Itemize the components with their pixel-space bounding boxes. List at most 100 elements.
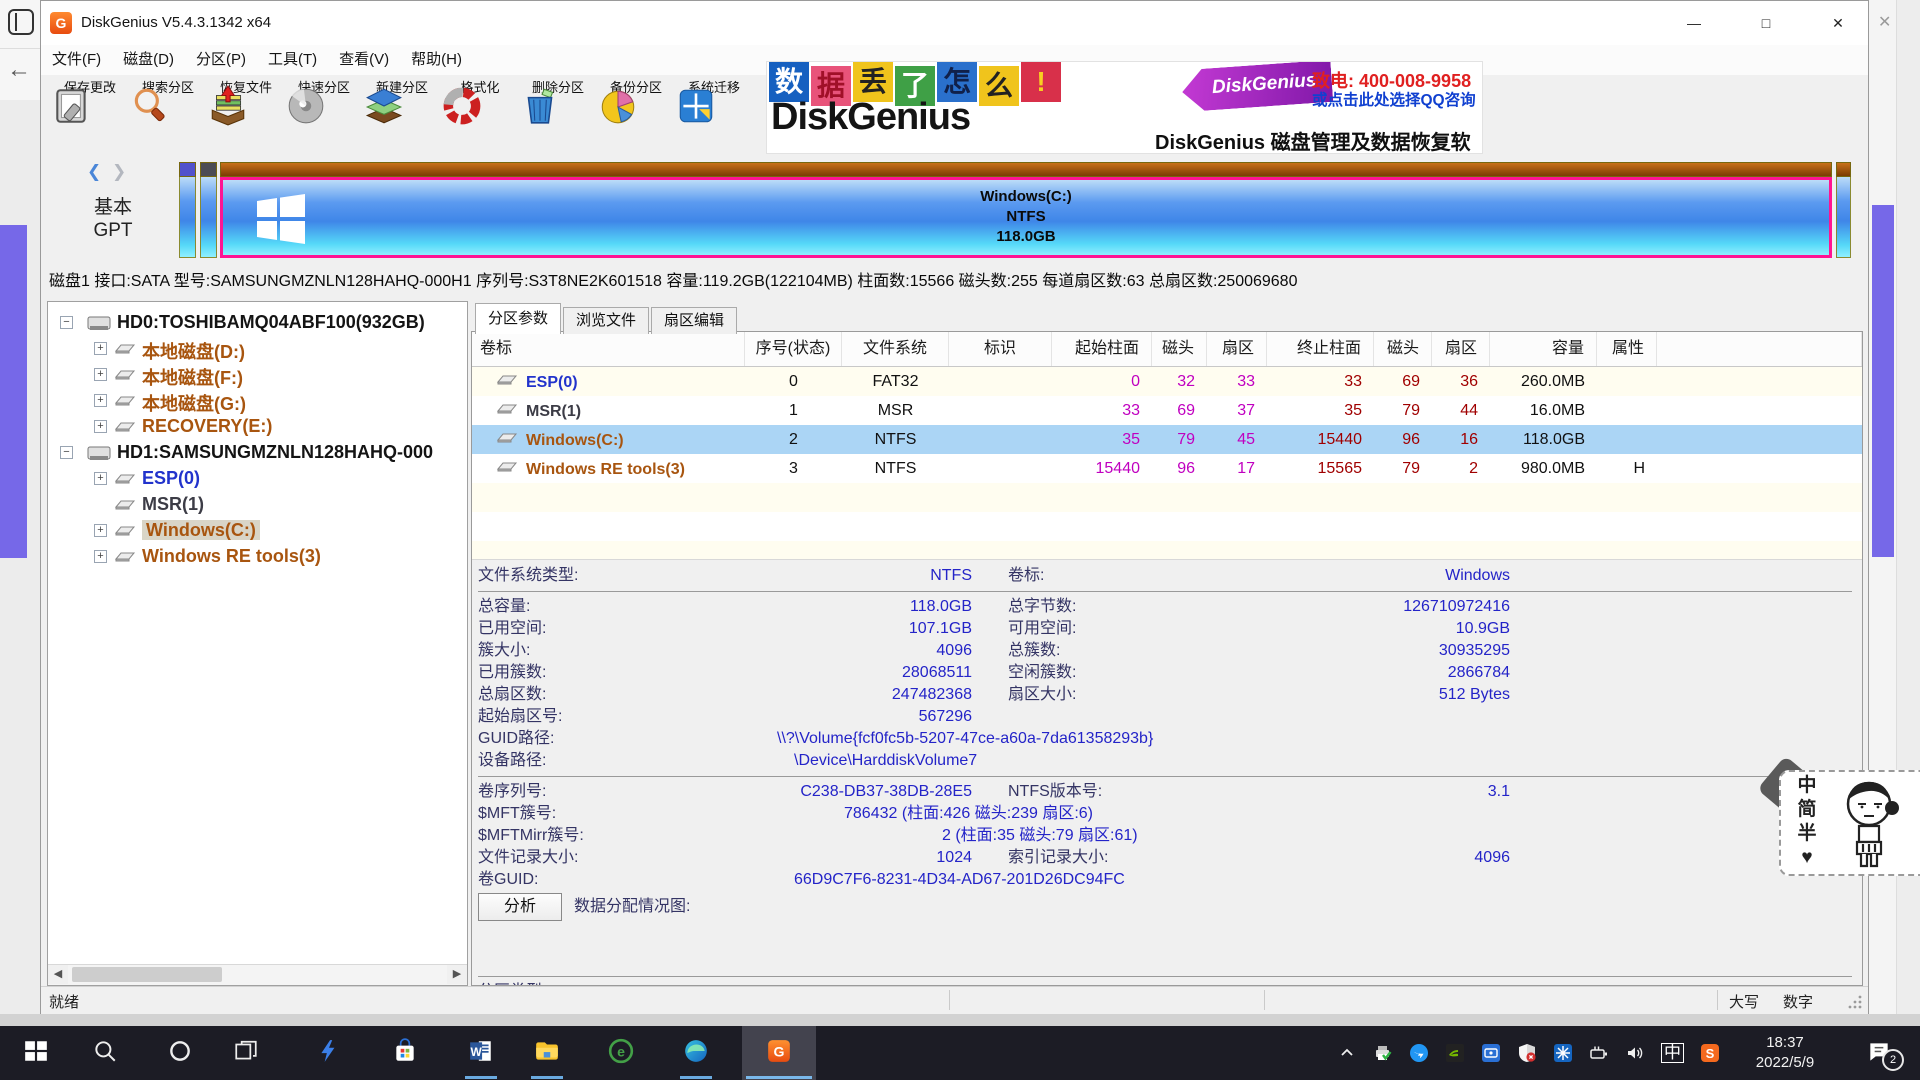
background-close-icon[interactable]: ✕ xyxy=(1878,12,1891,32)
toolbar-button-backup-partition[interactable]: 备份分区 xyxy=(597,77,675,153)
printer-check-icon[interactable] xyxy=(1373,1043,1393,1063)
toolbar-button-save-changes[interactable]: 保存更改 xyxy=(51,77,129,153)
partition-block-msr[interactable] xyxy=(200,162,217,258)
tree-item[interactable]: −HD0:TOSHIBAMQ04ABF100(932GB) xyxy=(48,310,467,336)
app-word[interactable]: W xyxy=(452,1026,510,1080)
scrollbar-thumb[interactable] xyxy=(72,967,222,982)
app-lightning[interactable] xyxy=(300,1026,358,1080)
partition-block-windows[interactable]: Windows(C:) NTFS 118.0GB xyxy=(220,162,1832,258)
table-row[interactable]: ESP(0)0FAT3203233336936260.0MB xyxy=(472,367,1862,396)
column-header[interactable]: 起始柱面 xyxy=(1052,332,1152,366)
partition-block-esp[interactable] xyxy=(179,162,196,258)
taskbar-clock[interactable]: 18:37 2022/5/9 xyxy=(1735,1033,1835,1073)
tree-item[interactable]: −HD1:SAMSUNGMZNLN128HAHQ-000 xyxy=(48,440,467,466)
expand-icon[interactable]: + xyxy=(94,368,107,381)
expand-icon[interactable]: + xyxy=(94,420,107,433)
toolbar-button-new-partition[interactable]: 新建分区 xyxy=(363,77,441,153)
power-icon[interactable] xyxy=(1589,1043,1609,1063)
column-header[interactable]: 终止柱面 xyxy=(1267,332,1374,366)
table-row[interactable]: Windows(C:)2NTFS357945154409616118.0GB xyxy=(472,425,1862,454)
column-header[interactable]: 文件系统 xyxy=(842,332,949,366)
column-header[interactable]: 标识 xyxy=(949,332,1052,366)
banner-qq-link[interactable]: 或点击此处选择QQ咨询 xyxy=(1312,88,1476,110)
tree-item[interactable]: +本地磁盘(F:) xyxy=(48,362,467,388)
menu-tools[interactable]: 工具(T) xyxy=(257,45,328,75)
ime-assistant-widget[interactable]: 中简半♥ xyxy=(1779,770,1920,876)
start-button[interactable] xyxy=(7,1026,65,1080)
menu-help[interactable]: 帮助(H) xyxy=(400,45,473,75)
tree-item[interactable]: MSR(1) xyxy=(48,492,467,518)
app-file-explorer[interactable] xyxy=(518,1026,576,1080)
ime-indicator[interactable]: 中 xyxy=(1661,1043,1684,1063)
expand-icon[interactable]: + xyxy=(94,550,107,563)
column-header[interactable]: 容量 xyxy=(1490,332,1597,366)
intel-graphics-icon[interactable] xyxy=(1481,1043,1501,1063)
task-view-button[interactable] xyxy=(217,1026,275,1080)
collapse-icon[interactable]: − xyxy=(60,446,73,459)
tree-item[interactable]: +ESP(0) xyxy=(48,466,467,492)
close-button[interactable]: ✕ xyxy=(1813,7,1863,39)
detail-value: 66D9C7F6-8231-4D34-AD67-201D26DC94FC xyxy=(672,869,1842,891)
back-arrow-icon[interactable]: ← xyxy=(7,56,31,84)
column-header[interactable]: 卷标 xyxy=(472,332,745,366)
tree-item[interactable]: +Windows(C:) xyxy=(48,518,467,544)
next-disk-icon[interactable]: ❯ xyxy=(112,162,126,181)
taskbar-search-button[interactable] xyxy=(76,1026,134,1080)
tree-item[interactable]: +本地磁盘(G:) xyxy=(48,388,467,414)
column-header[interactable]: 扇区 xyxy=(1207,332,1267,366)
table-row[interactable]: MSR(1)1MSR33693735794416.0MB xyxy=(472,396,1862,425)
expand-icon[interactable]: + xyxy=(94,342,107,355)
toolbar-button-recover-files[interactable]: 恢复文件 xyxy=(207,77,285,153)
tree-item[interactable]: +Windows RE tools(3) xyxy=(48,544,467,570)
cortana-button[interactable] xyxy=(151,1026,209,1080)
sogou-icon[interactable]: S xyxy=(1700,1043,1720,1063)
tab-partition-params[interactable]: 分区参数 xyxy=(475,303,561,334)
tray-expand-icon[interactable] xyxy=(1337,1043,1357,1063)
tree-item[interactable]: +RECOVERY(E:) xyxy=(48,414,467,440)
toolbar-button-format[interactable]: 格式化 xyxy=(441,77,519,153)
tree-horizontal-scrollbar[interactable]: ◀ ▶ xyxy=(48,964,467,985)
app-diskgenius[interactable]: G xyxy=(742,1026,816,1080)
maximize-button[interactable]: □ xyxy=(1741,7,1791,39)
volume-icon[interactable] xyxy=(1625,1043,1645,1063)
toolbar-button-quick-partition[interactable]: 快速分区 xyxy=(285,77,363,153)
column-header[interactable]: 序号(状态) xyxy=(745,332,842,366)
prev-disk-icon[interactable]: ❮ xyxy=(87,162,101,181)
toolbar-button-search-partition[interactable]: 搜索分区 xyxy=(129,77,207,153)
menu-file[interactable]: 文件(F) xyxy=(41,45,112,75)
app-store[interactable] xyxy=(376,1026,434,1080)
dingtalk-icon[interactable] xyxy=(1409,1043,1429,1063)
scroll-right-icon[interactable]: ▶ xyxy=(447,965,467,984)
column-header[interactable]: 属性 xyxy=(1597,332,1657,366)
menu-partition[interactable]: 分区(P) xyxy=(185,45,257,75)
table-row[interactable]: Windows RE tools(3)3NTFS1544096171556579… xyxy=(472,454,1862,483)
expand-icon[interactable]: + xyxy=(94,394,107,407)
sidebar-toggle-icon[interactable] xyxy=(8,9,34,35)
resize-grip[interactable] xyxy=(1847,993,1863,1009)
minimize-button[interactable]: — xyxy=(1669,7,1719,39)
expand-icon[interactable]: + xyxy=(94,524,107,537)
snowflake-icon[interactable] xyxy=(1553,1043,1573,1063)
menu-view[interactable]: 查看(V) xyxy=(328,45,400,75)
column-header[interactable]: 扇区 xyxy=(1432,332,1490,366)
nvidia-icon[interactable] xyxy=(1445,1043,1465,1063)
column-header[interactable]: 磁头 xyxy=(1152,332,1207,366)
defender-icon[interactable] xyxy=(1517,1043,1537,1063)
app-browser[interactable]: e xyxy=(592,1026,650,1080)
toolbar-button-system-migration[interactable]: 系统迁移 xyxy=(675,77,753,153)
tab-browse-files[interactable]: 浏览文件 xyxy=(563,307,649,334)
tab-sector-edit[interactable]: 扇区编辑 xyxy=(651,307,737,334)
scroll-left-icon[interactable]: ◀ xyxy=(48,965,68,984)
partition-block-re-tools[interactable] xyxy=(1836,162,1851,258)
toolbar-button-delete-partition[interactable]: 删除分区 xyxy=(519,77,597,153)
titlebar[interactable]: G DiskGenius V5.4.3.1342 x64 — □ ✕ xyxy=(41,1,1868,45)
promo-banner[interactable]: 数据丢了怎么! DiskGenius DiskGenius 致电: 400-00… xyxy=(766,61,1483,154)
tree-item[interactable]: +本地磁盘(D:) xyxy=(48,336,467,362)
expand-icon[interactable]: + xyxy=(94,472,107,485)
menu-disk[interactable]: 磁盘(D) xyxy=(112,45,185,75)
app-edge[interactable] xyxy=(667,1026,725,1080)
collapse-icon[interactable]: − xyxy=(60,316,73,329)
column-header[interactable]: 磁头 xyxy=(1374,332,1432,366)
analyze-button[interactable]: 分析 xyxy=(478,893,562,921)
notification-center-button[interactable]: 2 xyxy=(1866,1039,1896,1067)
